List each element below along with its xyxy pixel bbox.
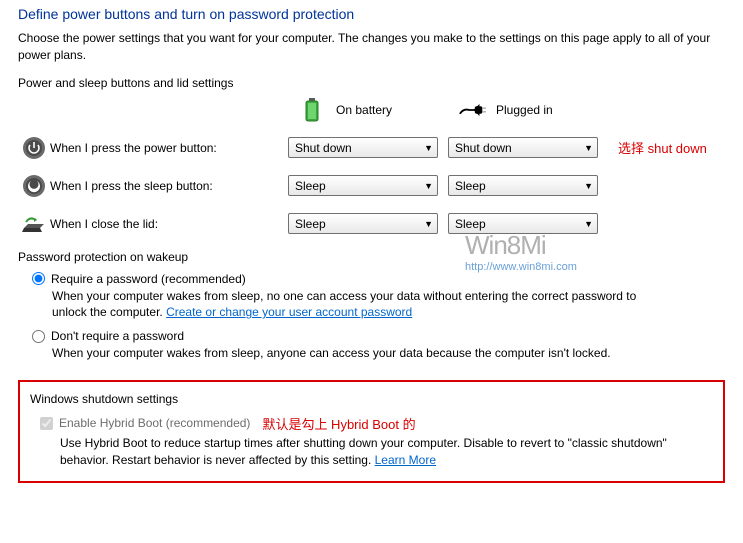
battery-column-label: On battery [336, 103, 392, 117]
power-button-icon [18, 136, 50, 160]
sleep-button-icon [18, 174, 50, 198]
power-annotation: 选择 shut down [618, 138, 707, 157]
require-password-desc: When your computer wakes from sleep, no … [52, 288, 652, 322]
change-password-link[interactable]: Create or change your user account passw… [166, 305, 412, 319]
lid-row: When I close the lid: Sleep▼ Sleep▼ [18, 212, 725, 236]
sleep-button-row: When I press the sleep button: Sleep▼ Sl… [18, 174, 725, 198]
battery-icon [298, 98, 326, 122]
dont-require-password-label: Don't require a password [51, 329, 184, 343]
power-button-label: When I press the power button: [50, 141, 288, 155]
page-title: Define power buttons and turn on passwor… [18, 6, 725, 22]
require-password-radio[interactable] [32, 272, 45, 285]
dont-require-password-radio[interactable] [32, 330, 45, 343]
lid-plugged-dropdown[interactable]: Sleep▼ [448, 213, 598, 234]
hybrid-boot-annotation: 默认是勾上 Hybrid Boot 的 [262, 414, 415, 433]
hybrid-boot-label: Enable Hybrid Boot (recommended) [59, 416, 250, 430]
shutdown-section-label: Windows shutdown settings [30, 392, 711, 406]
hybrid-boot-desc: Use Hybrid Boot to reduce startup times … [60, 435, 670, 469]
column-headers: On battery Plugged in [298, 98, 725, 122]
page-description: Choose the power settings that you want … [18, 30, 725, 64]
dont-require-password-desc: When your computer wakes from sleep, any… [52, 345, 652, 362]
sleep-button-label: When I press the sleep button: [50, 179, 288, 193]
sleep-plugged-dropdown[interactable]: Sleep▼ [448, 175, 598, 196]
learn-more-link[interactable]: Learn More [375, 453, 436, 467]
lid-battery-dropdown[interactable]: Sleep▼ [288, 213, 438, 234]
shutdown-settings-box: Windows shutdown settings Enable Hybrid … [18, 380, 725, 483]
lid-icon [18, 214, 50, 234]
password-section-label: Password protection on wakeup [18, 250, 725, 264]
power-sleep-label: Power and sleep buttons and lid settings [18, 76, 725, 90]
hybrid-boot-checkbox[interactable] [40, 417, 53, 430]
plug-icon [458, 102, 486, 118]
power-button-row: When I press the power button: Shut down… [18, 136, 725, 160]
power-battery-dropdown[interactable]: Shut down▼ [288, 137, 438, 158]
sleep-battery-dropdown[interactable]: Sleep▼ [288, 175, 438, 196]
lid-label: When I close the lid: [50, 217, 288, 231]
require-password-label: Require a password (recommended) [51, 272, 246, 286]
plugged-column-label: Plugged in [496, 103, 553, 117]
power-plugged-dropdown[interactable]: Shut down▼ [448, 137, 598, 158]
